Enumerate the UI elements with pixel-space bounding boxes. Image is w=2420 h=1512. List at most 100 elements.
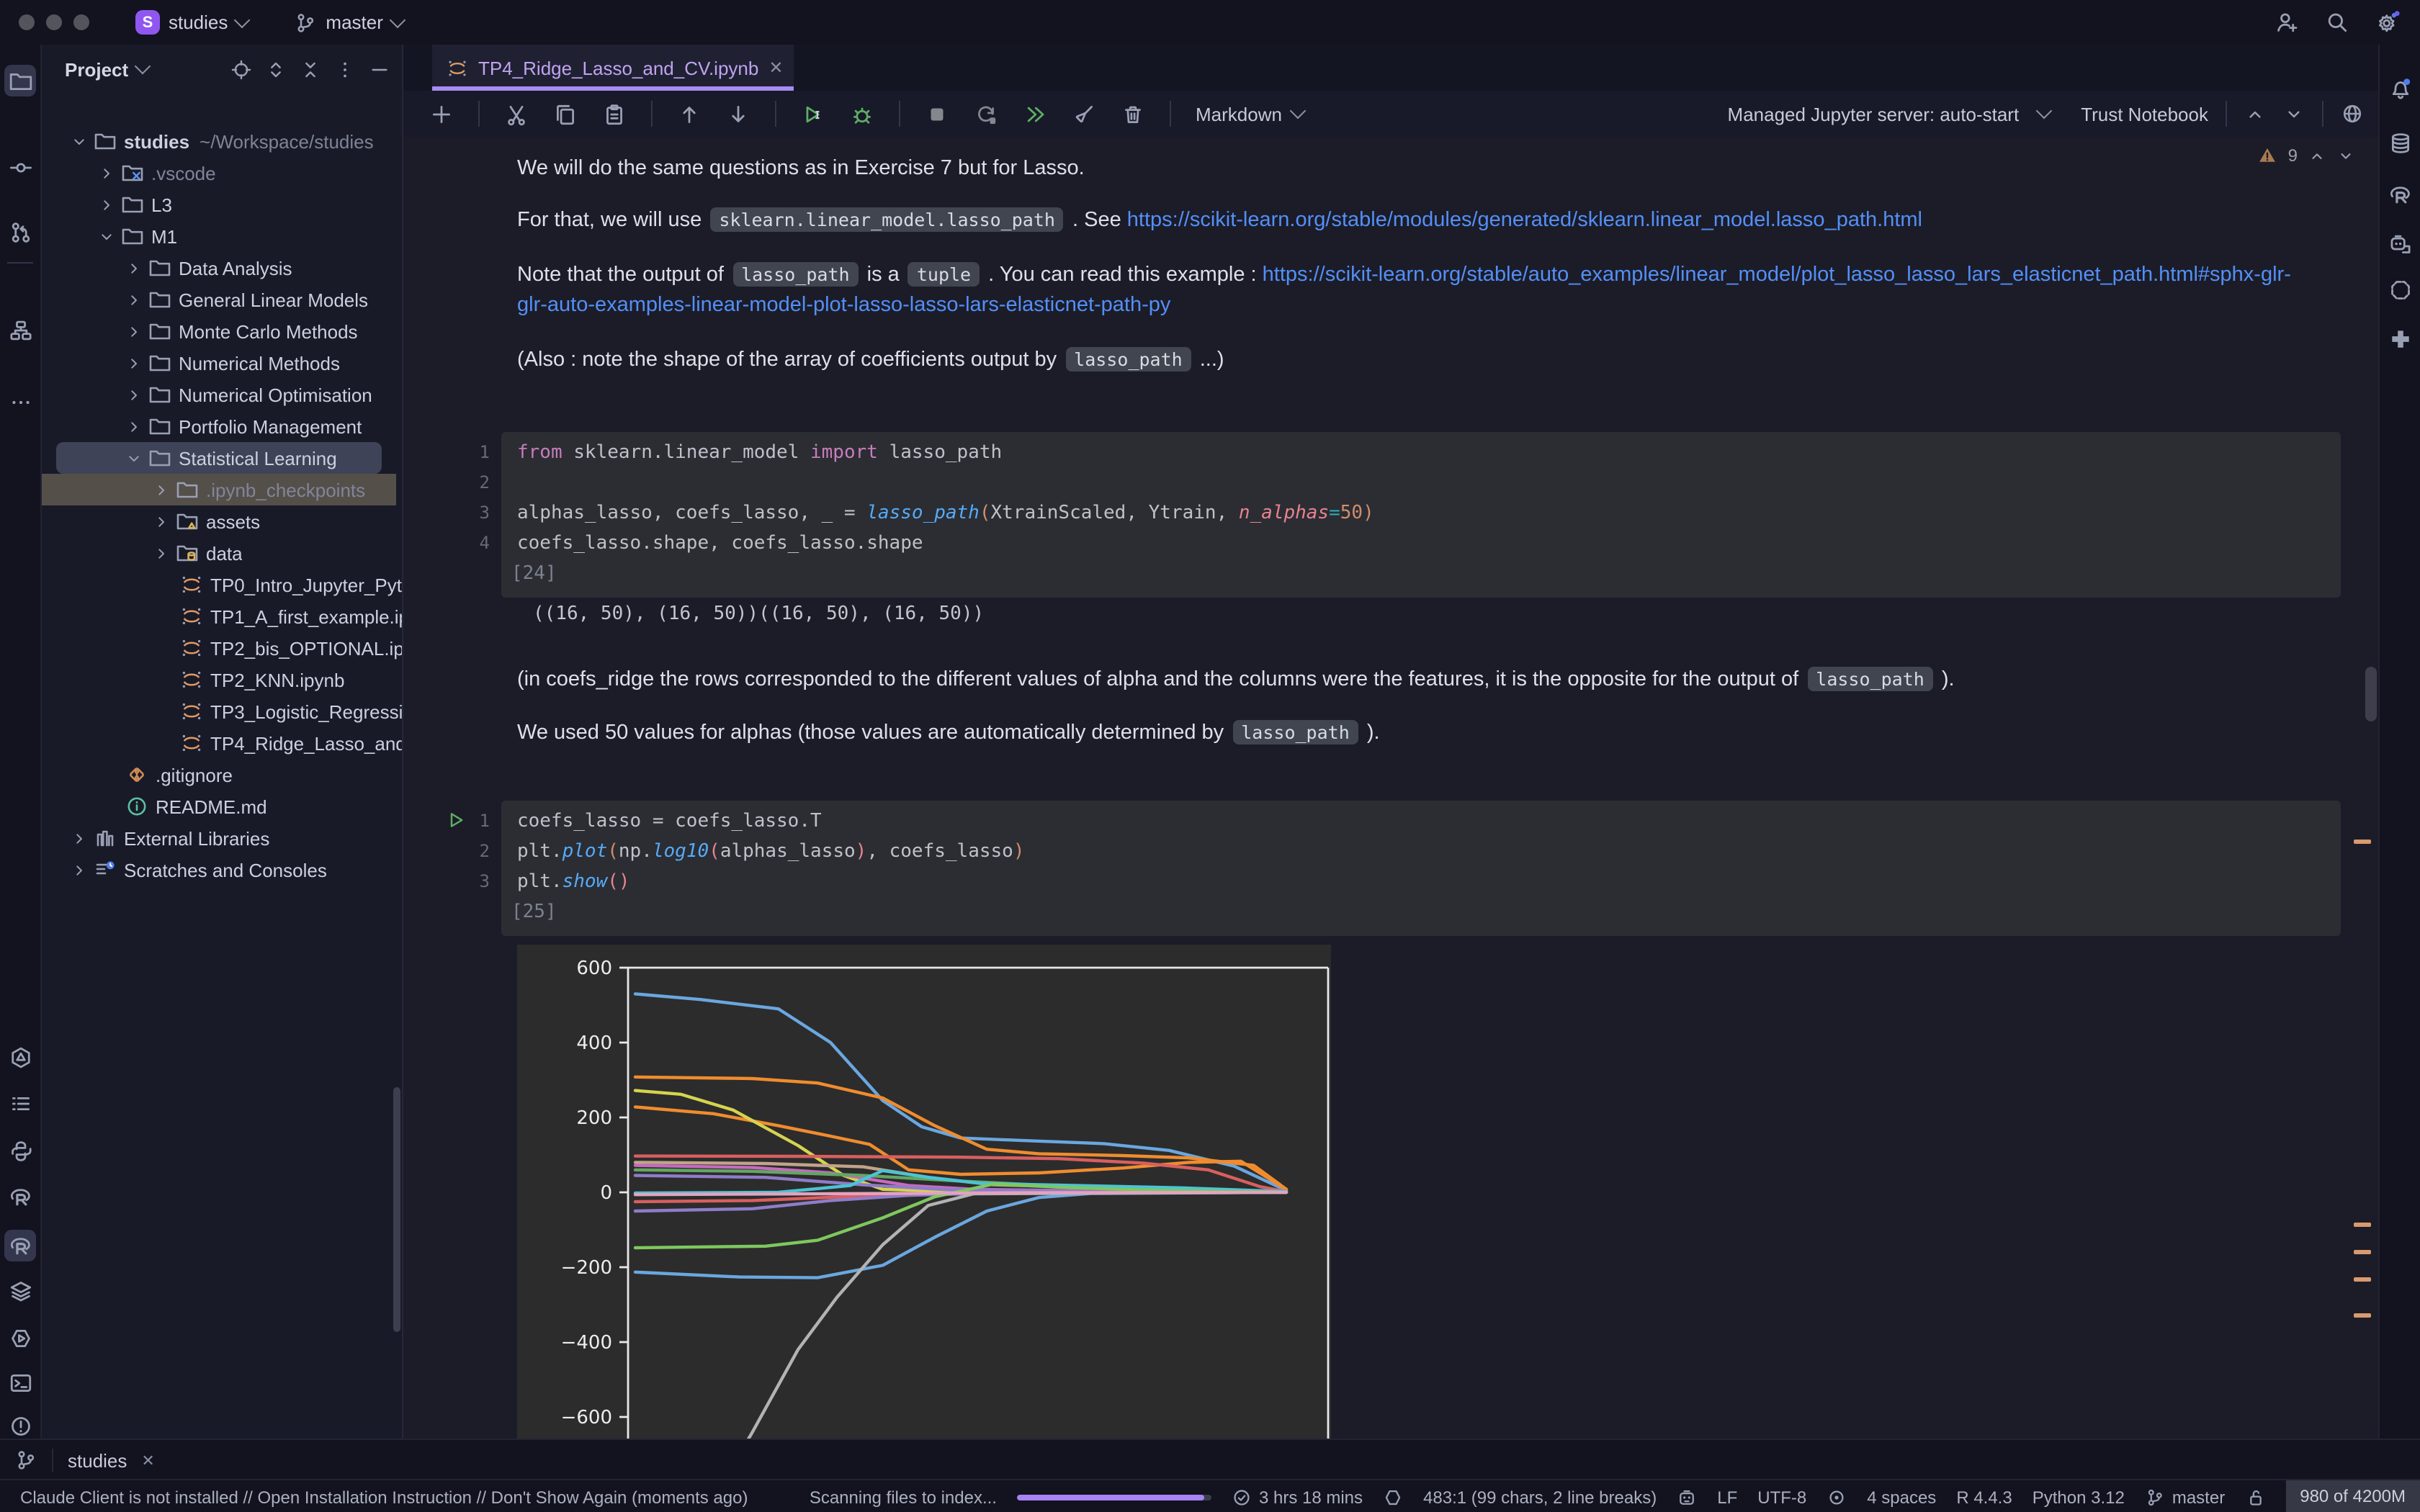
stripe-rlogo-button[interactable] — [4, 1181, 36, 1212]
tree-item-tp0-intro-jupyter-python-ip[interactable]: TP0_Intro_Jupyter_Python.ip — [42, 569, 402, 600]
tree-item-vscode[interactable]: .vscode — [42, 157, 402, 189]
stripe-db-button[interactable] — [2384, 127, 2416, 158]
chev-r-icon[interactable] — [125, 417, 143, 436]
tool-tab-studies[interactable]: studies ✕ — [68, 1449, 155, 1471]
chevdn-icon[interactable] — [2336, 146, 2355, 165]
python-interpreter[interactable]: Python 3.12 — [2033, 1487, 2125, 1507]
debug-button[interactable] — [850, 102, 874, 126]
stop-button[interactable] — [925, 102, 949, 126]
chevup-icon[interactable] — [2308, 146, 2326, 165]
code-line[interactable]: plt.plot(np.log10(alphas_lasso), coefs_l… — [501, 837, 2341, 867]
hyperlink[interactable]: glr-auto-examples-linear-model-plot-lass… — [517, 294, 1170, 317]
stripe-aichat-button[interactable] — [2384, 228, 2416, 259]
line-separator[interactable]: LF — [1717, 1487, 1737, 1507]
tree-item-data[interactable]: data — [42, 537, 402, 569]
overview-ruler-mark[interactable] — [2354, 1223, 2371, 1227]
chev-r-icon[interactable] — [98, 195, 115, 214]
editor-scrollbar[interactable] — [2365, 667, 2377, 721]
tree-item-numerical-optimisation[interactable]: Numerical Optimisation — [42, 379, 402, 410]
stripe-folder-button[interactable] — [4, 65, 36, 96]
unfold-button[interactable] — [265, 58, 287, 80]
project-widget[interactable]: S studies — [135, 10, 248, 35]
tree-item-statistical-learning[interactable]: Statistical Learning — [42, 442, 402, 474]
tree-scrollbar[interactable] — [393, 1087, 400, 1332]
chev-d-icon[interactable] — [125, 449, 143, 467]
stripe-hexgraph-button[interactable] — [4, 1041, 36, 1073]
code-line[interactable] — [501, 468, 2341, 498]
arrdown-button[interactable] — [726, 102, 750, 126]
overview-ruler-mark[interactable] — [2354, 1250, 2371, 1254]
close-icon[interactable]: ✕ — [141, 1451, 154, 1470]
stripe-pluginplus-button[interactable] — [2384, 323, 2416, 354]
tree-item-external-libraries[interactable]: External Libraries — [42, 822, 402, 854]
tree-item-data-analysis[interactable]: Data Analysis — [42, 252, 402, 284]
paste-button[interactable] — [602, 102, 627, 126]
code-line[interactable]: alphas_lasso, coefs_lasso, _ = lasso_pat… — [501, 498, 2341, 528]
git-branch[interactable]: master — [2145, 1487, 2225, 1507]
close-icon[interactable]: ✕ — [768, 58, 783, 78]
tree-item-gitignore[interactable]: .gitignore — [42, 759, 402, 791]
cut-button[interactable] — [504, 102, 529, 126]
inspection-widget[interactable]: 9 — [2258, 145, 2355, 166]
search-button[interactable] — [2325, 10, 2349, 35]
tree-item-l3[interactable]: L3 — [42, 189, 402, 220]
vcs-widget[interactable]: master — [294, 11, 403, 34]
chev-r-icon[interactable] — [71, 860, 88, 879]
trash-button[interactable] — [1121, 102, 1145, 126]
copy-button[interactable] — [553, 102, 578, 126]
session-time[interactable]: 3 hrs 18 mins — [1232, 1487, 1363, 1507]
chev-r-icon[interactable] — [153, 512, 170, 531]
chev-r-icon[interactable] — [125, 290, 143, 309]
stripe-bell-button[interactable] — [2384, 72, 2416, 104]
code-line[interactable]: coefs_lasso.shape, coefs_lasso.shape — [501, 528, 2341, 559]
plus-button[interactable] — [429, 102, 454, 126]
chev-r-icon[interactable] — [125, 385, 143, 404]
branch-icon[interactable] — [14, 1449, 37, 1472]
runall-button[interactable] — [1023, 102, 1047, 126]
hyperlink[interactable]: https://scikit-learn.org/stable/auto_exa… — [1263, 264, 2291, 287]
tree-item-tp4-ridge-lasso-and-cv-ip[interactable]: TP4_Ridge_Lasso_and_CV.ip — [42, 727, 402, 759]
stripe-terminal-button[interactable] — [4, 1367, 36, 1398]
code-line[interactable]: from sklearn.linear_model import lasso_p… — [501, 438, 2341, 468]
overview-ruler-mark[interactable] — [2354, 1313, 2371, 1318]
stripe-todo-button[interactable] — [4, 1087, 36, 1119]
tree-item-portfolio-management[interactable]: Portfolio Management — [42, 410, 402, 442]
chev-d-icon[interactable] — [98, 227, 115, 246]
tree-item-scratches-and-consoles[interactable]: Scratches and Consoles — [42, 854, 402, 886]
stripe-rlogo-button[interactable] — [4, 1230, 36, 1261]
stripe-rlogo-button[interactable] — [2384, 179, 2416, 210]
tree-item-tp1-a-first-example-ipynb[interactable]: TP1_A_first_example.ipynb — [42, 600, 402, 632]
tree-item-monte-carlo-methods[interactable]: Monte Carlo Methods — [42, 315, 402, 347]
tree-item-assets[interactable]: assets — [42, 505, 402, 537]
clean-button[interactable] — [1072, 102, 1096, 126]
chevron-down-icon[interactable] — [135, 58, 151, 75]
stripe-problems-button[interactable] — [4, 1410, 36, 1441]
arrup-button[interactable] — [677, 102, 702, 126]
caret-position[interactable]: 483:1 (99 chars, 2 line breaks) — [1423, 1487, 1657, 1507]
run-button[interactable] — [801, 102, 825, 126]
chev-d-icon[interactable] — [71, 132, 88, 150]
tree-item-tp2-bis-optional-ipynb[interactable]: TP2_bis_OPTIONAL.ipynb — [42, 632, 402, 664]
next-cell-button[interactable] — [2283, 103, 2305, 125]
stripe-pullrequest-button[interactable] — [4, 216, 36, 248]
hyperlink[interactable]: https://scikit-learn.org/stable/modules/… — [1127, 209, 1922, 232]
code-line[interactable]: plt.show() — [501, 867, 2341, 897]
memory-indicator[interactable]: 980 of 4200M — [2285, 1480, 2420, 1512]
stripe-layers-button[interactable] — [4, 1274, 36, 1306]
code-line[interactable]: coefs_lasso = coefs_lasso.T — [501, 806, 2341, 837]
window-controls[interactable] — [19, 14, 89, 30]
cell-type-dropdown[interactable]: Markdown — [1196, 103, 1304, 125]
overview-ruler-mark[interactable] — [2354, 840, 2371, 844]
tree-item-ipynb-checkpoints[interactable]: .ipynb_checkpoints — [42, 474, 402, 505]
chev-r-icon[interactable] — [153, 544, 170, 562]
collapseall-button[interactable] — [300, 58, 321, 80]
stripe-python-button[interactable] — [4, 1135, 36, 1166]
r-interpreter[interactable]: R 4.4.3 — [1956, 1487, 2012, 1507]
personplus-button[interactable] — [2275, 10, 2299, 35]
chev-r-icon[interactable] — [125, 354, 143, 372]
chev-r-icon[interactable] — [71, 829, 88, 847]
overview-ruler-mark[interactable] — [2354, 1277, 2371, 1282]
indent-style[interactable]: 4 spaces — [1867, 1487, 1936, 1507]
file-encoding[interactable]: UTF-8 — [1757, 1487, 1806, 1507]
stripe-octagon-button[interactable] — [2384, 274, 2416, 305]
